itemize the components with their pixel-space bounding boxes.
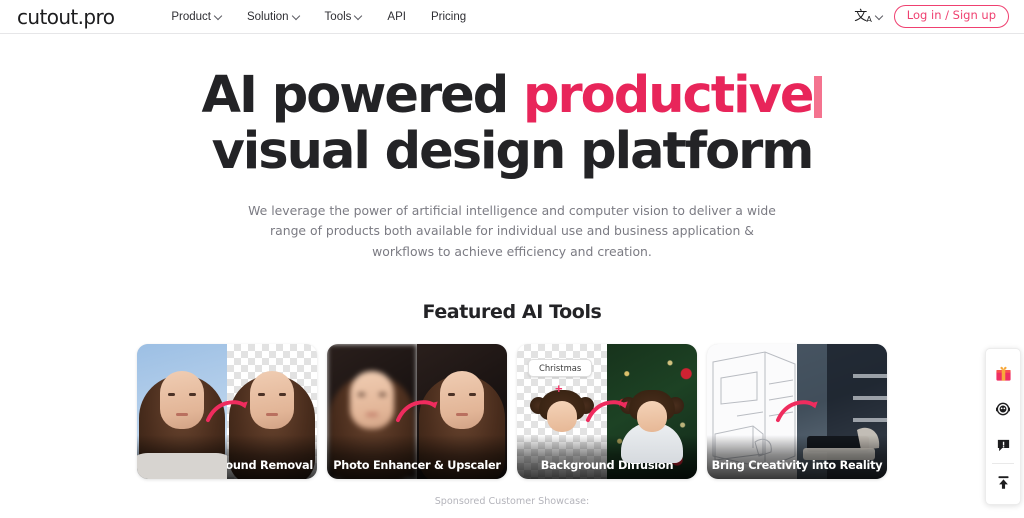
headline-static: AI powered: [201, 66, 523, 125]
eye-right: [189, 392, 196, 396]
logo[interactable]: cutout.pro: [17, 5, 115, 29]
nav-item-pricing[interactable]: Pricing: [431, 11, 466, 23]
transform-arrow-icon: [206, 400, 248, 423]
mouth: [176, 412, 188, 416]
typing-cursor: [814, 76, 823, 118]
tool-card-background-diffusion[interactable]: Christmas + Background Diffusion: [517, 343, 697, 479]
chevron-down-icon: [355, 12, 362, 19]
tool-card-photo-enhancer-upscaler[interactable]: Photo Enhancer & Upscaler: [327, 343, 507, 479]
face: [350, 370, 394, 429]
nav-label: Pricing: [430, 10, 467, 23]
transform-arrow-icon: [396, 400, 438, 423]
eye-right: [379, 392, 386, 396]
chevron-down-icon: [215, 12, 222, 19]
translate-icon: 文A: [854, 9, 872, 24]
face: [440, 370, 484, 429]
nav-item-solution[interactable]: Solution: [247, 11, 300, 23]
nav-item-tools[interactable]: Tools: [325, 11, 363, 23]
face: [547, 400, 577, 432]
mouth: [366, 412, 378, 416]
site-header: cutout.pro Product Solution Tools API Pr…: [0, 0, 1024, 34]
card-label: Photo Enhancer & Upscaler: [327, 434, 507, 479]
hero-subtitle: We leverage the power of artificial inte…: [248, 203, 776, 259]
feedback-button[interactable]: [985, 427, 1021, 463]
language-switcher[interactable]: 文A: [854, 9, 883, 24]
transform-arrow-icon: [776, 400, 818, 423]
transform-arrow-icon: [586, 400, 628, 423]
sponsored-showcase-label: Sponsored Customer Showcase:: [434, 495, 590, 507]
chevron-down-icon: [876, 12, 883, 19]
nav-label: Solution: [246, 10, 289, 23]
eye-left: [358, 392, 365, 396]
header-actions: 文A Log in / Sign up: [854, 5, 1009, 28]
gift-button[interactable]: [985, 355, 1021, 391]
support-button[interactable]: [985, 391, 1021, 427]
eye-left: [168, 392, 175, 396]
headline-accent-word: productive: [523, 66, 814, 125]
feedback-icon: [997, 439, 1009, 451]
shoulders: [137, 452, 227, 479]
card-label: Bring Creativity into Reality: [707, 434, 887, 479]
mouth: [456, 412, 468, 416]
featured-tools-list: Image Background Removal Photo Enhancer …: [0, 343, 1024, 479]
eye-right: [469, 392, 476, 396]
child-head: [620, 389, 684, 434]
main-navigation: Product Solution Tools API Pricing: [171, 11, 466, 23]
page-title: AI powered productive visual design plat…: [0, 68, 1024, 179]
nav-label: Product: [171, 10, 211, 23]
tool-card-image-background-removal[interactable]: Image Background Removal: [137, 343, 317, 479]
mouth: [266, 412, 278, 416]
eye-right: [279, 392, 286, 396]
gift-icon: [995, 366, 1011, 381]
back-to-top-icon: [998, 475, 1008, 489]
child-head-cutout: [530, 389, 594, 434]
face: [250, 370, 294, 429]
floating-toolbar: [985, 348, 1021, 505]
nav-item-api[interactable]: API: [387, 11, 406, 23]
support-agent-icon: [996, 402, 1010, 416]
nav-item-product[interactable]: Product: [171, 11, 222, 23]
chevron-down-icon: [293, 12, 300, 19]
eye-left: [258, 392, 265, 396]
headline-line2: visual design platform: [211, 121, 815, 181]
nav-label: API: [387, 10, 406, 23]
featured-tools-heading: Featured AI Tools: [422, 300, 602, 323]
face: [160, 370, 204, 429]
back-to-top-button[interactable]: [985, 464, 1021, 500]
hero-section: AI powered productive visual design plat…: [0, 34, 1024, 262]
eye-left: [448, 392, 455, 396]
login-signup-button[interactable]: Log in / Sign up: [893, 5, 1009, 28]
tool-card-bring-creativity-into-reality[interactable]: Bring Creativity into Reality: [707, 343, 887, 479]
face: [637, 400, 667, 432]
nav-label: Tools: [324, 10, 352, 23]
prompt-chip: Christmas: [528, 358, 593, 377]
plus-icon: +: [555, 380, 563, 396]
